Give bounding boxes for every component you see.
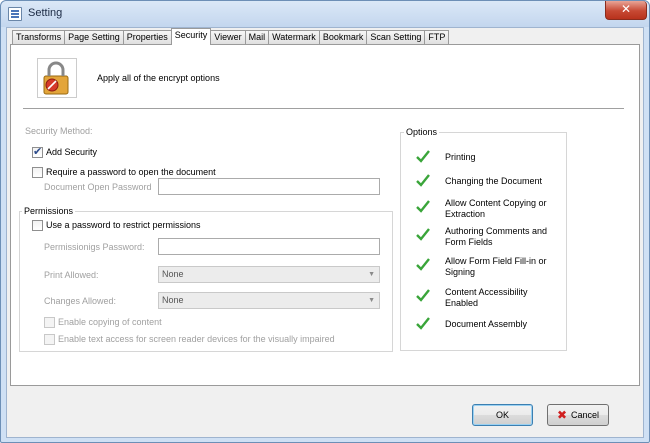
cancel-button-label: Cancel [571,410,600,420]
ok-button[interactable]: OK [472,404,533,426]
checkmark-icon [416,150,430,163]
open-password-label: Document Open Password [44,182,152,192]
use-restrict-password-checkbox[interactable] [32,220,43,231]
options-title: Options [404,127,440,137]
tab-security[interactable]: Security [170,28,212,45]
enable-copying-label[interactable]: Enable copying of content [58,317,162,327]
tab-properties[interactable]: Properties [122,30,172,45]
close-button[interactable]: ✕ [605,1,647,20]
add-security-checkbox[interactable]: ✔ [32,146,43,158]
checkmark-icon [416,228,430,241]
option-printing: Printing [445,152,476,162]
enable-text-access-checkbox[interactable] [44,334,55,345]
option-form-field-fill: Allow Form Field Fill-in or Signing [445,256,547,277]
tab-bookmark[interactable]: Bookmark [318,30,368,45]
ok-button-label: OK [495,410,509,420]
checkmark-icon [416,317,430,330]
require-open-password-checkbox[interactable] [32,167,43,178]
print-allowed-value: None [162,269,184,279]
chevron-down-icon: ▼ [368,297,375,304]
title-bar[interactable]: Setting ✕ [1,1,649,27]
tab-scan-setting[interactable]: Scan Setting [366,30,426,45]
close-icon: ✕ [620,2,632,16]
option-content-accessibility: Content Accessibility Enabled [445,287,528,308]
checkmark-icon [416,258,430,271]
permissions-password-input[interactable] [158,238,380,255]
option-content-copying: Allow Content Copying or Extraction [445,198,547,219]
checkmark-icon [416,174,430,187]
checkmark-icon [416,289,430,302]
document-open-password-input[interactable] [158,178,380,195]
security-method-title: Security Method: [25,126,93,136]
tab-mail[interactable]: Mail [244,30,270,45]
use-restrict-password-label[interactable]: Use a password to restrict permissions [46,220,201,230]
permissions-password-label: Permissionigs Password: [44,242,145,252]
tab-watermark[interactable]: Watermark [268,30,320,45]
app-icon [8,7,22,21]
changes-allowed-value: None [162,295,184,305]
settings-window: Setting ✕ Transforms Page Setting Proper… [0,0,650,443]
checkmark-icon [416,200,430,213]
permissions-title: Permissions [22,206,76,216]
tab-page-setting[interactable]: Page Setting [64,30,124,45]
checkmark-icon: ✔ [33,146,43,158]
add-security-label[interactable]: Add Security [46,147,97,157]
window-title: Setting [28,7,63,19]
tab-strip: Transforms Page Setting Properties Secur… [12,28,450,45]
changes-allowed-select[interactable]: None ▼ [158,292,380,309]
enable-text-access-label[interactable]: Enable text access for screen reader dev… [58,334,335,344]
header-divider [23,108,624,109]
print-allowed-select[interactable]: None ▼ [158,266,380,283]
option-changing-document: Changing the Document [445,176,543,186]
option-document-assembly: Document Assembly [445,319,528,329]
option-authoring-comments: Authoring Comments and Form Fields [445,226,548,247]
cancel-x-icon: ✖ [556,408,568,422]
require-open-password-label[interactable]: Require a password to open the document [46,167,216,177]
lock-icon [37,58,77,98]
tab-transforms[interactable]: Transforms [12,30,66,45]
print-allowed-label: Print Allowed: [44,270,99,280]
changes-allowed-label: Changes Allowed: [44,296,117,306]
enable-copying-checkbox[interactable] [44,317,55,328]
tab-viewer[interactable]: Viewer [210,30,246,45]
header-text: Apply all of the encrypt options [97,73,220,83]
tab-ftp[interactable]: FTP [424,30,450,45]
cancel-button[interactable]: ✖ Cancel [547,404,609,426]
chevron-down-icon: ▼ [368,271,375,278]
